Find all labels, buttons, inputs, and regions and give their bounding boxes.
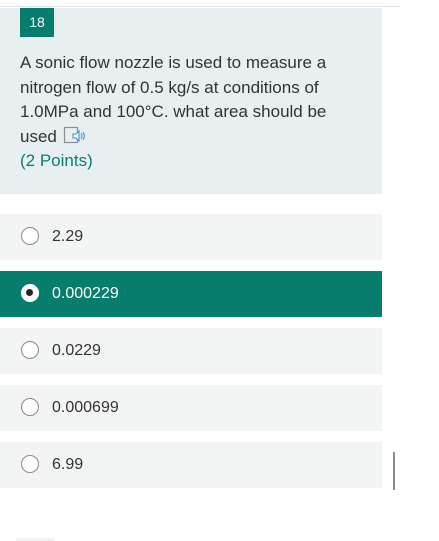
answer-option-3[interactable]: 0.0229: [0, 328, 382, 374]
radio-button-selected[interactable]: [21, 284, 39, 302]
answer-option-label: 2.29: [52, 228, 84, 245]
answer-option-label: 6.99: [52, 456, 84, 473]
answer-option-1[interactable]: 2.29: [0, 214, 382, 260]
answer-option-label: 0.0229: [52, 342, 101, 359]
top-divider: [0, 6, 400, 7]
question-card: 18 A sonic flow nozzle is used to measur…: [0, 8, 382, 194]
question-points: (2 Points): [20, 151, 93, 170]
scrollbar-thumb[interactable]: [393, 452, 395, 490]
answer-option-5[interactable]: 6.99: [0, 442, 382, 488]
answer-option-label: 0.000699: [52, 399, 119, 416]
answer-option-2[interactable]: 0.000229: [0, 271, 382, 317]
question-text-block: A sonic flow nozzle is used to measure a…: [20, 51, 365, 174]
question-number-badge: 18: [20, 8, 54, 37]
answer-option-4[interactable]: 0.000699: [0, 385, 382, 431]
radio-button[interactable]: [21, 227, 39, 245]
radio-button[interactable]: [21, 398, 39, 416]
answer-option-label: 0.000229: [52, 285, 119, 302]
quiz-page: 18 A sonic flow nozzle is used to measur…: [0, 0, 439, 541]
radio-button[interactable]: [21, 455, 39, 473]
speaker-icon[interactable]: [63, 126, 87, 146]
radio-button[interactable]: [21, 341, 39, 359]
